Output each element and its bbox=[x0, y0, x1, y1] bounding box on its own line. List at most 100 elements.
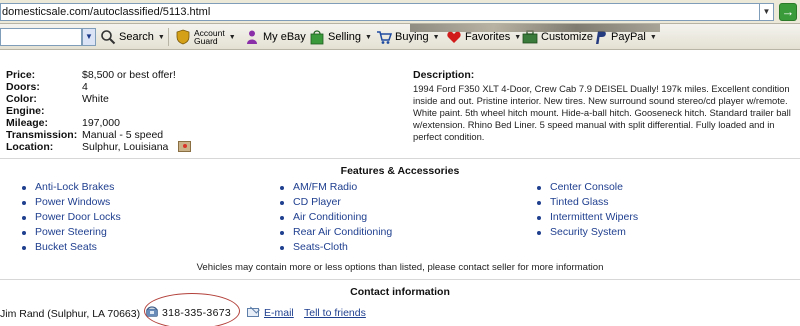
person-icon bbox=[244, 29, 260, 45]
feature-item: Center Console bbox=[537, 180, 638, 195]
toolbar-divider bbox=[168, 28, 169, 46]
feature-item: Power Steering bbox=[22, 225, 121, 240]
feature-label: Anti-Lock Brakes bbox=[35, 181, 115, 193]
selling-button[interactable]: Selling ▼ bbox=[309, 27, 372, 47]
chevron-down-icon[interactable]: ▼ bbox=[514, 34, 521, 41]
description-text: 1994 Ford F350 XLT 4-Door, Crew Cab 7.9 … bbox=[413, 83, 791, 142]
doors-value: 4 bbox=[82, 81, 88, 93]
feature-label: Bucket Seats bbox=[35, 241, 97, 253]
feature-item: AM/FM Radio bbox=[280, 180, 392, 195]
address-bar-row: domesticsale.com/autoclassified/5113.htm… bbox=[0, 0, 800, 24]
paypal-label: PayPal bbox=[611, 31, 646, 43]
search-label: Search bbox=[119, 31, 154, 43]
bullet-icon bbox=[22, 186, 26, 190]
feature-label: CD Player bbox=[293, 196, 341, 208]
toolbar-search-dropdown-icon[interactable]: ▼ bbox=[82, 28, 96, 46]
mileage-value: 197,000 bbox=[82, 117, 120, 129]
email-link[interactable]: E-mail bbox=[264, 307, 294, 319]
chevron-down-icon[interactable]: ▼ bbox=[229, 34, 236, 41]
page-banner-strip bbox=[410, 24, 660, 32]
feature-item: Security System bbox=[537, 225, 638, 240]
color-label: Color: bbox=[6, 93, 37, 105]
bullet-icon bbox=[537, 186, 541, 190]
feature-item: Power Door Locks bbox=[22, 210, 121, 225]
location-label: Location: bbox=[6, 141, 54, 153]
chevron-down-icon[interactable]: ▼ bbox=[158, 34, 165, 41]
section-divider bbox=[0, 279, 800, 280]
features-column-2: AM/FM Radio CD Player Air Conditioning R… bbox=[280, 180, 392, 255]
feature-item: Seats-Cloth bbox=[280, 240, 392, 255]
bullet-icon bbox=[280, 201, 284, 205]
color-value: White bbox=[82, 93, 109, 105]
bullet-icon bbox=[537, 231, 541, 235]
transmission-label: Transmission: bbox=[6, 129, 78, 141]
bullet-icon bbox=[280, 216, 284, 220]
search-button[interactable]: Search ▼ bbox=[100, 27, 165, 47]
mileage-label: Mileage: bbox=[6, 117, 49, 129]
features-column-1: Anti-Lock Brakes Power Windows Power Doo… bbox=[22, 180, 121, 255]
tell-friends-link[interactable]: Tell to friends bbox=[304, 307, 366, 319]
ebay-toolbar: ▼ Search ▼ Account Guard ▼ My eBay Selli… bbox=[0, 24, 800, 50]
shopping-bag-icon bbox=[309, 29, 325, 45]
feature-label: Security System bbox=[550, 226, 626, 238]
feature-item: Power Windows bbox=[22, 195, 121, 210]
feature-item: Air Conditioning bbox=[280, 210, 392, 225]
feature-item: Anti-Lock Brakes bbox=[22, 180, 121, 195]
cart-icon bbox=[376, 29, 393, 45]
bullet-icon bbox=[22, 201, 26, 205]
go-button[interactable]: → bbox=[779, 3, 797, 21]
features-column-3: Center Console Tinted Glass Intermittent… bbox=[537, 180, 638, 240]
envelope-icon bbox=[247, 308, 259, 317]
bullet-icon bbox=[537, 216, 541, 220]
feature-label: Intermittent Wipers bbox=[550, 211, 639, 223]
contact-title: Contact information bbox=[350, 286, 450, 298]
shield-icon bbox=[175, 29, 191, 45]
feature-label: Rear Air Conditioning bbox=[293, 226, 393, 238]
bullet-icon bbox=[22, 246, 26, 250]
feature-label: Center Console bbox=[550, 181, 623, 193]
my-ebay-button[interactable]: My eBay bbox=[244, 27, 306, 47]
feature-label: Air Conditioning bbox=[293, 211, 368, 223]
annotation-circle bbox=[144, 293, 240, 326]
my-ebay-label: My eBay bbox=[263, 31, 306, 43]
location-value: Sulphur, Louisiana bbox=[82, 141, 169, 153]
doors-label: Doors: bbox=[6, 81, 40, 93]
bullet-icon bbox=[537, 201, 541, 205]
chevron-down-icon[interactable]: ▼ bbox=[365, 34, 372, 41]
bullet-icon bbox=[280, 246, 284, 250]
options-disclaimer: Vehicles may contain more or less option… bbox=[196, 262, 604, 273]
seller-name: Jim Rand (Sulphur, LA 70663) bbox=[0, 308, 141, 320]
feature-item: CD Player bbox=[280, 195, 392, 210]
address-input[interactable]: domesticsale.com/autoclassified/5113.htm… bbox=[0, 3, 760, 21]
bullet-icon bbox=[280, 186, 284, 190]
feature-item: Tinted Glass bbox=[537, 195, 638, 210]
buying-label: Buying bbox=[395, 31, 429, 43]
chevron-down-icon[interactable]: ▼ bbox=[650, 34, 657, 41]
toolbar-search-input[interactable] bbox=[0, 28, 82, 46]
feature-label: Power Door Locks bbox=[35, 211, 121, 223]
price-label: Price: bbox=[6, 69, 36, 81]
bullet-icon bbox=[22, 231, 26, 235]
feature-label: Seats-Cloth bbox=[293, 241, 348, 253]
customize-label: Customize bbox=[541, 31, 593, 43]
account-guard-button[interactable]: Account Guard ▼ bbox=[175, 27, 236, 47]
selling-label: Selling bbox=[328, 31, 362, 43]
magnifier-icon bbox=[100, 29, 116, 45]
favorites-label: Favorites bbox=[465, 31, 511, 43]
feature-label: AM/FM Radio bbox=[293, 181, 358, 193]
chevron-down-icon[interactable]: ▼ bbox=[433, 34, 440, 41]
bullet-icon bbox=[22, 216, 26, 220]
map-icon[interactable] bbox=[178, 141, 191, 152]
transmission-value: Manual - 5 speed bbox=[82, 129, 164, 141]
address-dropdown-icon[interactable]: ▼ bbox=[760, 3, 774, 21]
feature-item: Rear Air Conditioning bbox=[280, 225, 392, 240]
features-title: Features & Accessories bbox=[340, 165, 460, 177]
feature-item: Bucket Seats bbox=[22, 240, 121, 255]
engine-label: Engine: bbox=[6, 105, 45, 117]
bullet-icon bbox=[280, 231, 284, 235]
description-title: Description: bbox=[413, 69, 475, 81]
feature-label: Tinted Glass bbox=[550, 196, 609, 208]
price-value: $8,500 or best offer! bbox=[82, 69, 176, 81]
section-divider bbox=[0, 158, 800, 159]
feature-label: Power Steering bbox=[35, 226, 107, 238]
